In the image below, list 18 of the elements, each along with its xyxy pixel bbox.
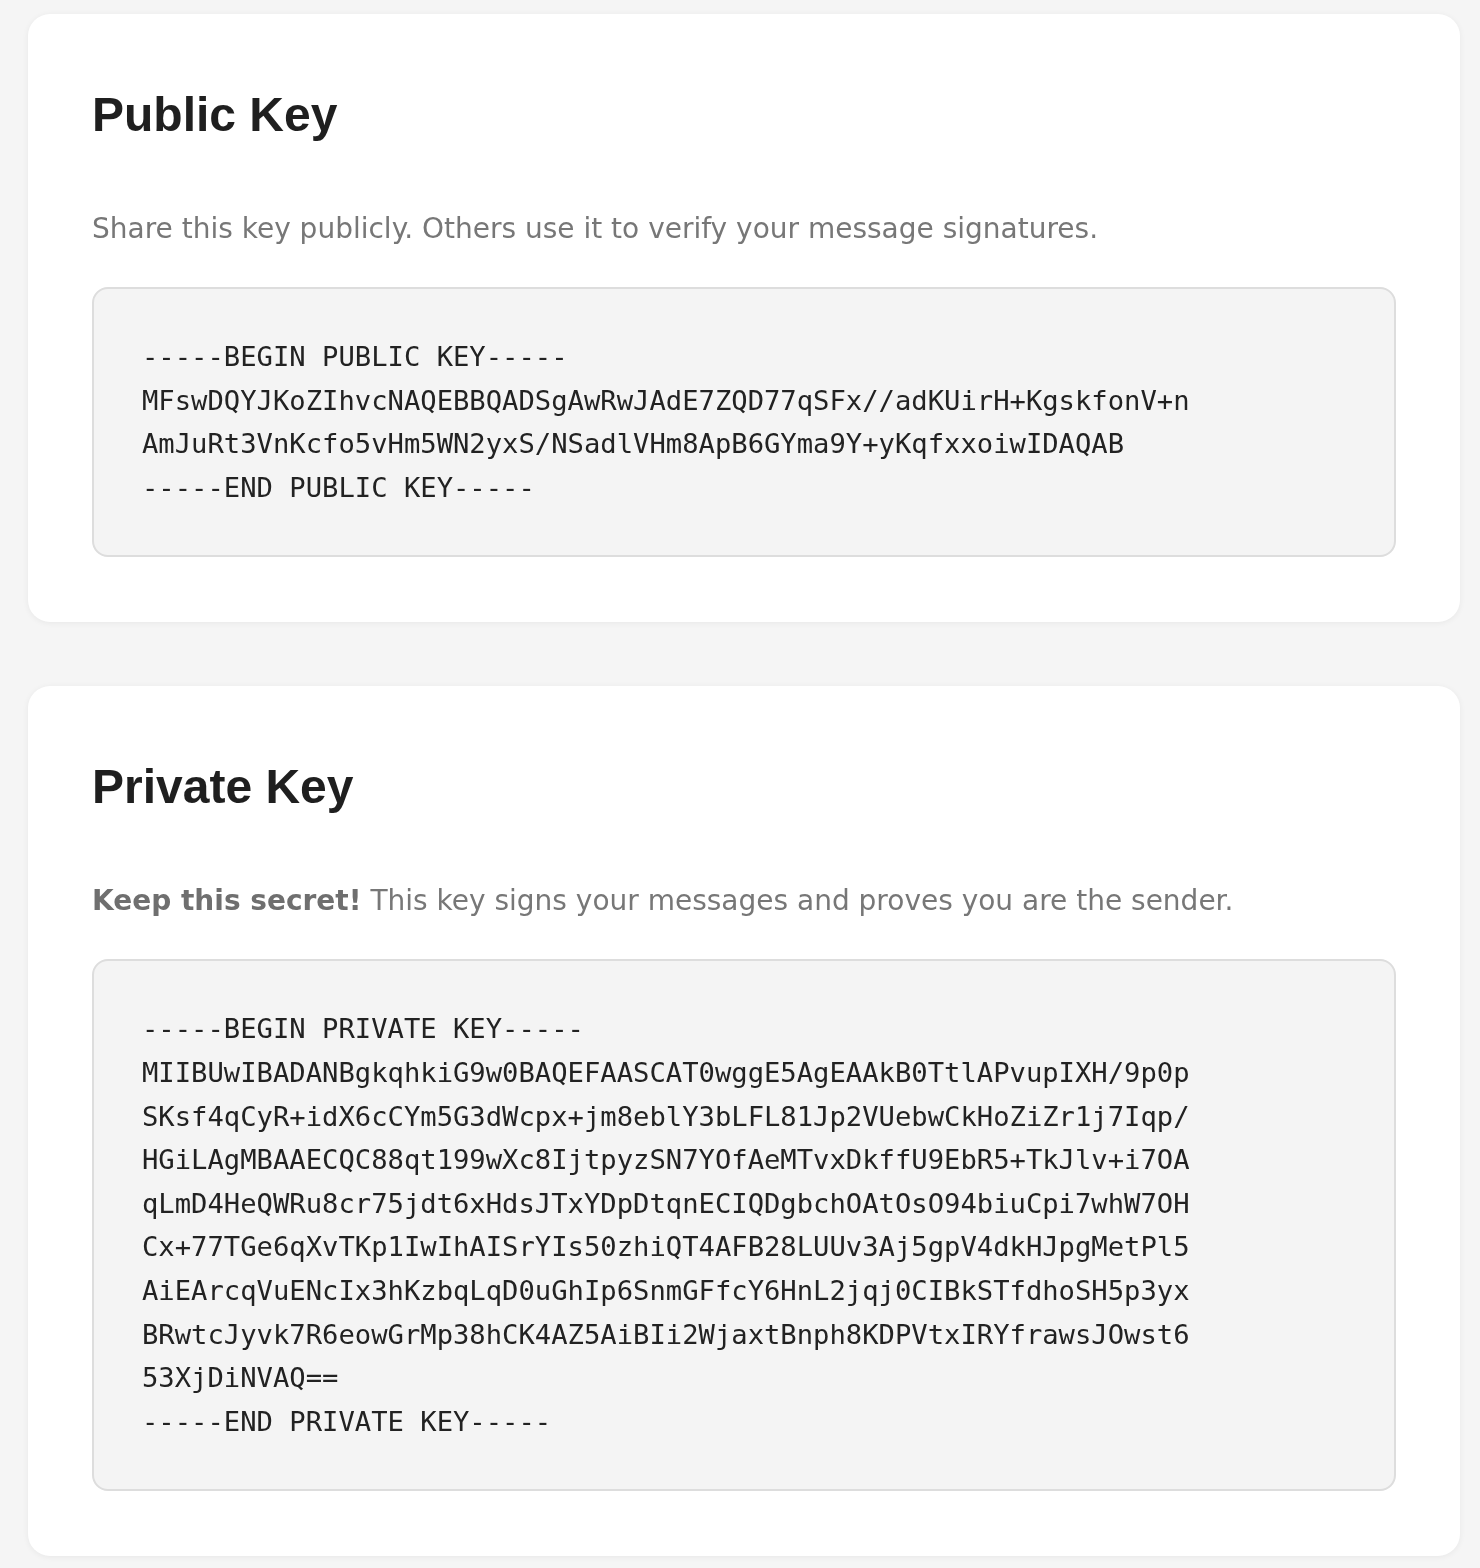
key-line: 53XjDiNVAQ== <box>142 1361 339 1396</box>
key-line: AmJuRt3VnKcfo5vHm5WN2yxS/NSadlVHm8ApB6GYma9Y+yKqfxxoiwIDAQAB <box>142 427 1125 462</box>
key-line: MIIBUwIBADANBgkqhkiG9w0BAQEFAASCAT0wggE5AgEAAkB0TtlAPvupIXH/9p0p <box>142 1055 1190 1090</box>
card-description: Share this key publicly. Others use it to verify your message signatures. <box>92 211 1099 247</box>
key-line: MFswDQYJKoZIhvcNAQEBBQADSgAwRwJAdE7ZQD77qSFx//adKUirH+KgskfonV+n <box>142 383 1190 418</box>
key-line: -----BEGIN PUBLIC KEY----- <box>142 340 568 374</box>
key-line: -----BEGIN PRIVATE KEY----- <box>142 1012 584 1047</box>
card-description: Keep this secret! This key signs your messages and proves you are the sender. <box>92 883 1234 920</box>
key-line: -----END PRIVATE KEY----- <box>142 1404 552 1439</box>
key-line: HGiLAgMBAAECQC88qt199wXc8IjtpyzSN7YOfAeMTvxDkffU9EbR5+TkJlv+i7OA <box>142 1143 1190 1178</box>
key-line: qLmD4HeQWRu8cr75jdt6xHdsJTxYDpDtqnECIQDgbchOAtOsO94biuCpi7whW7OH <box>142 1186 1190 1221</box>
card-title: Private Key <box>92 759 354 816</box>
key-line: BRwtcJyvk7R6eowGrMp38hCK4AZ5AiBIi2WjaxtBnph8KDPVtxIRYfrawsJOwst6 <box>142 1317 1190 1352</box>
key-line: Cx+77TGe6qXvTKp1IwIhAISrYIs50zhiQT4AFB28LUUv3Aj5gpV4dkHJpgMetPl5 <box>142 1230 1190 1265</box>
key-line: SKsf4qCyR+idX6cCYm5G3dWcpx+jm8eblY3bLFL81Jp2VUebwCkHoZiZr1j7Iqp/ <box>142 1099 1190 1134</box>
key-line: -----END PUBLIC KEY----- <box>142 470 535 505</box>
key-line: AiEArcqVuENcIx3hKzbqLqD0uGhIp6SnmGFfcY6HnL2jqj0CIBkSTfdhoSH5p3yx <box>142 1273 1190 1308</box>
card-title: Public Key <box>92 87 338 143</box>
